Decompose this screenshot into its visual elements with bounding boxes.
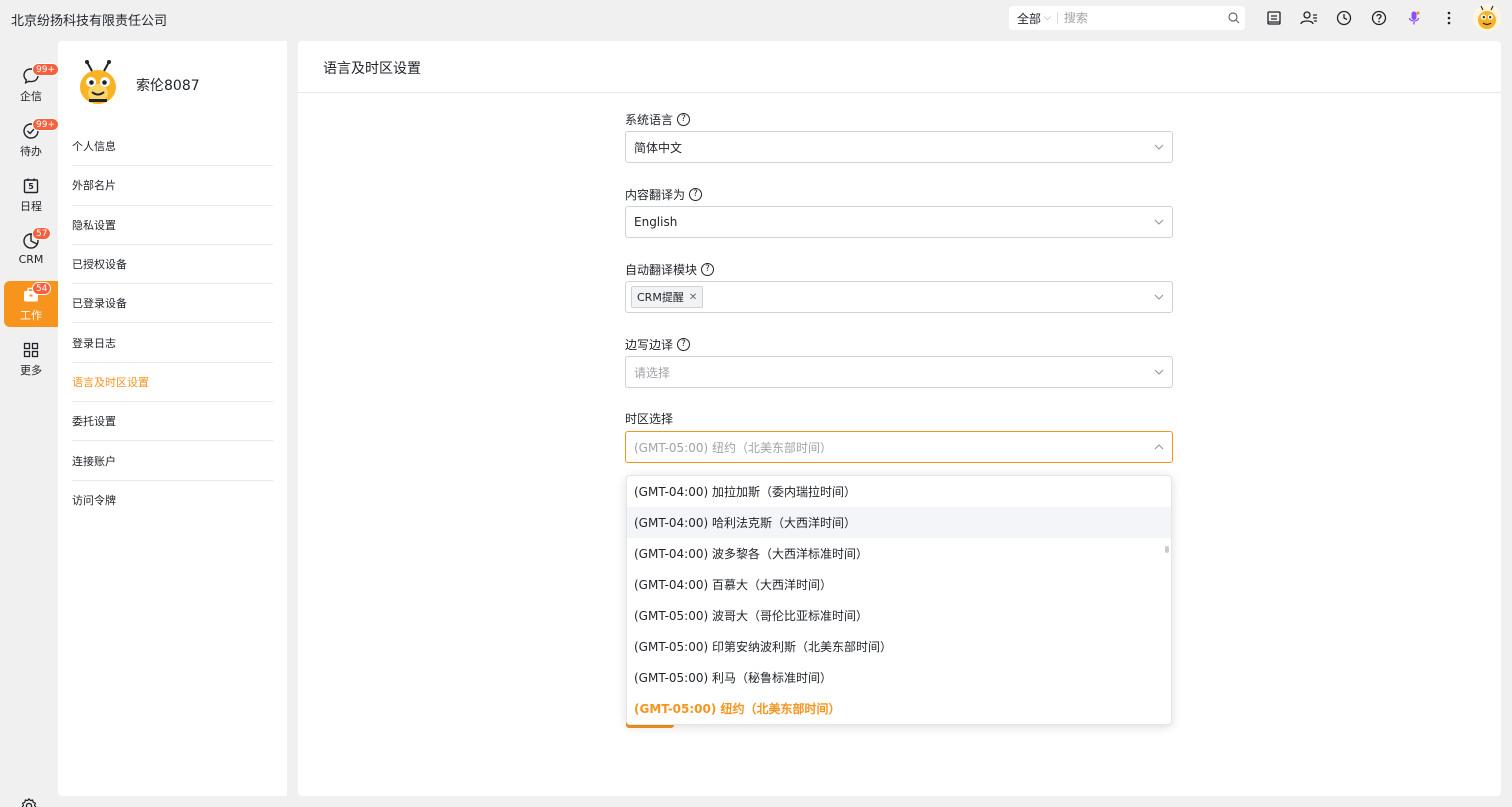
menu-item-privacy[interactable]: 隐私设置 xyxy=(72,206,273,245)
timezone-option[interactable]: (GMT-04:00) 百慕大（大西洋时间） xyxy=(627,569,1171,600)
chevron-down-icon xyxy=(1154,294,1164,300)
help-circle-icon[interactable]: ? xyxy=(701,263,715,276)
menu-item-login-log[interactable]: 登录日志 xyxy=(72,323,273,363)
side-translate-select[interactable]: 请选择 xyxy=(625,356,1173,388)
timezone-option[interactable]: (GMT-05:00) 利马（秘鲁标准时间） xyxy=(627,662,1171,693)
system-language-label: 系统语言 ? xyxy=(625,111,691,128)
timezone-option[interactable]: (GMT-05:00) 印第安纳波利斯（北美东部时间） xyxy=(627,631,1171,662)
chevron-down-icon: ⌵ xyxy=(1044,13,1051,23)
menu-item-language-timezone[interactable]: 语言及时区设置 xyxy=(72,363,273,403)
field-label-text: 时区选择 xyxy=(625,412,674,426)
unread-badge: 99+ xyxy=(32,118,59,131)
calendar-day-number: 5 xyxy=(28,181,34,191)
left-rail: 企信 99+ 待办 99+ 5 日程 CRM 57 工作 54 更多 xyxy=(0,41,59,807)
help-circle-icon[interactable]: ? xyxy=(689,188,703,201)
search-box[interactable]: 全部 ⌵ xyxy=(1009,6,1245,30)
rail-item-calendar[interactable]: 5 日程 xyxy=(4,172,58,218)
dropdown-scrollbar[interactable] xyxy=(1165,546,1169,553)
rail-item-more[interactable]: 更多 xyxy=(4,336,58,382)
timezone-dropdown: (GMT-04:00) 加拉加斯（委内瑞拉时间） (GMT-04:00) 哈利法… xyxy=(626,475,1172,725)
clock-icon[interactable] xyxy=(1332,6,1356,30)
rail-label: 更多 xyxy=(20,363,42,377)
menu-item-delegation[interactable]: 委托设置 xyxy=(72,402,273,442)
system-language-select[interactable]: 简体中文 xyxy=(625,131,1173,163)
menu-item-personal-info[interactable]: 个人信息 xyxy=(72,127,273,167)
unread-badge: 54 xyxy=(32,282,52,295)
help-icon[interactable] xyxy=(1367,6,1391,30)
timezone-option[interactable]: (GMT-04:00) 加拉加斯（委内瑞拉时间） xyxy=(627,476,1171,507)
select-value: English xyxy=(634,215,678,229)
microphone-icon[interactable] xyxy=(1402,6,1426,30)
timezone-option[interactable]: (GMT-04:00) 波多黎各（大西洋标准时间） xyxy=(627,538,1171,569)
user-directory-icon[interactable] xyxy=(1297,6,1321,30)
search-scope-label: 全部 xyxy=(1017,11,1042,26)
auto-translate-label: 自动翻译模块 ? xyxy=(625,261,715,278)
grid-icon xyxy=(23,342,39,357)
select-placeholder: 请选择 xyxy=(634,365,671,380)
help-circle-icon[interactable]: ? xyxy=(677,338,691,351)
search-icon[interactable] xyxy=(1223,12,1245,24)
contacts-book-icon[interactable] xyxy=(1262,6,1286,30)
chevron-down-icon xyxy=(1154,144,1164,150)
tag-label: CRM提醒 xyxy=(637,291,684,304)
profile-name: 索伦8087 xyxy=(136,78,200,94)
settings-menu: 个人信息 外部名片 隐私设置 已授权设备 已登录设备 登录日志 语言及时区设置 … xyxy=(72,127,273,520)
title-divider xyxy=(298,92,1501,93)
menu-item-connected-accounts[interactable]: 连接账户 xyxy=(72,441,273,481)
select-value: (GMT-05:00) 纽约（北美东部时间） xyxy=(634,440,832,455)
field-label-text: 系统语言 xyxy=(625,113,674,127)
top-icon-bar xyxy=(1262,6,1461,30)
user-avatar-icon[interactable] xyxy=(1472,3,1502,33)
rail-label: CRM xyxy=(18,253,44,266)
timezone-select[interactable]: (GMT-05:00) 纽约（北美东部时间） xyxy=(625,431,1173,463)
rail-item-todo[interactable]: 待办 99+ xyxy=(4,117,59,163)
page-title: 语言及时区设置 xyxy=(323,61,421,77)
rail-item-crm[interactable]: CRM 57 xyxy=(4,226,58,272)
timezone-label: 时区选择 xyxy=(625,410,673,427)
chevron-down-icon xyxy=(1154,219,1164,225)
settings-side-panel: 索伦8087 个人信息 外部名片 隐私设置 已授权设备 已登录设备 登录日志 语… xyxy=(58,41,287,796)
calendar-icon: 5 xyxy=(22,177,40,195)
timezone-option[interactable]: (GMT-04:00) 哈利法克斯（大西洋时间） xyxy=(627,507,1171,538)
select-value: 简体中文 xyxy=(634,140,683,155)
more-vertical-icon[interactable] xyxy=(1437,6,1461,30)
top-bar: 北京纷扬科技有限责任公司 全部 ⌵ xyxy=(0,0,1512,36)
search-divider xyxy=(1056,12,1058,24)
timezone-option-selected[interactable]: (GMT-05:00) 纽约（北美东部时间） xyxy=(627,693,1171,724)
field-label-text: 内容翻译为 xyxy=(625,188,686,202)
menu-item-external-card[interactable]: 外部名片 xyxy=(72,166,273,206)
rail-item-messages[interactable]: 企信 99+ xyxy=(4,62,59,108)
field-label-text: 自动翻译模块 xyxy=(625,263,698,277)
chevron-up-icon xyxy=(1154,444,1164,450)
side-translate-label: 边写边译 ? xyxy=(625,336,691,353)
menu-item-access-tokens[interactable]: 访问令牌 xyxy=(72,481,273,520)
translate-to-select[interactable]: English xyxy=(625,206,1173,238)
selected-tag: CRM提醒 ✕ xyxy=(631,286,704,308)
help-circle-icon[interactable]: ? xyxy=(677,113,691,126)
auto-translate-multiselect[interactable]: CRM提醒 ✕ xyxy=(625,281,1173,313)
unread-badge: 57 xyxy=(32,227,52,240)
rail-label: 工作 xyxy=(20,308,42,322)
rail-label: 待办 xyxy=(20,144,42,158)
menu-item-authorized-devices[interactable]: 已授权设备 xyxy=(72,245,273,285)
rail-item-work[interactable]: 工作 54 xyxy=(4,281,58,327)
rail-label: 企信 xyxy=(20,89,42,103)
search-input[interactable] xyxy=(1063,11,1223,25)
translate-to-label: 内容翻译为 ? xyxy=(625,186,703,203)
field-label-text: 边写边译 xyxy=(625,338,674,352)
menu-item-logged-in-devices[interactable]: 已登录设备 xyxy=(72,284,273,324)
timezone-option[interactable]: (GMT-05:00) 波哥大（哥伦比亚标准时间） xyxy=(627,600,1171,631)
settings-gear-icon[interactable] xyxy=(20,797,38,807)
close-icon[interactable]: ✕ xyxy=(689,292,697,303)
rail-label: 日程 xyxy=(20,199,42,213)
profile-avatar-icon xyxy=(72,57,124,109)
search-scope-select[interactable]: 全部 ⌵ xyxy=(1009,10,1051,27)
company-name: 北京纷扬科技有限责任公司 xyxy=(11,14,168,29)
unread-badge: 99+ xyxy=(32,63,59,76)
chevron-down-icon xyxy=(1154,369,1164,375)
